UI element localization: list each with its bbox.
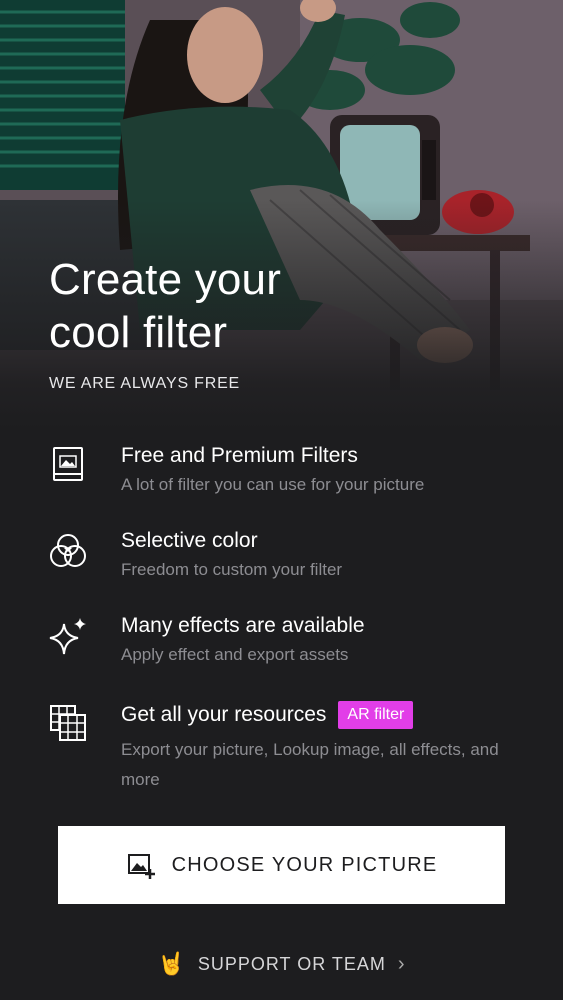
rock-hand-icon: 🤘 <box>157 951 186 976</box>
support-label: SUPPORT OR TEAM <box>197 953 386 974</box>
feature-title: Get all your resources AR filter <box>121 701 414 729</box>
hero-photo <box>0 0 563 430</box>
ar-filter-badge[interactable]: AR filter <box>338 701 414 729</box>
feature-description: Export your picture, Lookup image, all e… <box>121 740 499 789</box>
chevron-right-icon: › <box>397 952 406 975</box>
support-team-link[interactable]: 🤘 SUPPORT OR TEAM › <box>0 944 563 984</box>
title-line-1: Create your <box>49 255 282 304</box>
color-circles-icon <box>46 529 90 573</box>
sparkle-icon <box>46 614 90 658</box>
feature-title-text: Get all your resources <box>121 703 327 726</box>
feature-title: Selective color <box>121 529 258 552</box>
feature-title: Many effects are available <box>121 614 365 637</box>
grid-layers-icon <box>46 701 90 745</box>
title-line-2: cool filter <box>49 308 228 357</box>
feature-title: Free and Premium Filters <box>121 444 358 467</box>
page-subtitle: WE ARE ALWAYS FREE <box>49 375 241 392</box>
feature-description: Apply effect and export assets <box>121 645 349 664</box>
choose-picture-label: CHOOSE YOUR PICTURE <box>171 853 438 876</box>
add-image-icon <box>126 850 156 880</box>
page-title: Create your cool filter <box>49 253 509 359</box>
image-frame-icon <box>46 442 90 486</box>
choose-picture-button[interactable]: CHOOSE YOUR PICTURE <box>58 826 505 904</box>
feature-description: A lot of filter you can use for your pic… <box>121 475 425 494</box>
feature-description: Freedom to custom your filter <box>121 560 343 579</box>
